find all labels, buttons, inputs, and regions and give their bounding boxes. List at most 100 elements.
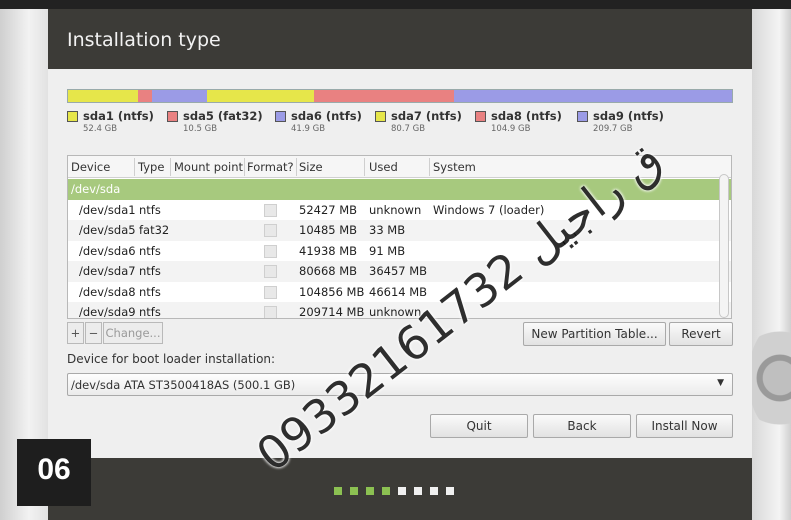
table-row[interactable]: /dev/sda1 ntfs 52427 MB unknown Windows … [68,200,731,221]
partition-table: Device Type Mount point Format? Size Use… [67,155,732,319]
legend-swatch [475,111,486,122]
column-header-device[interactable]: Device [71,160,110,174]
row-device: /dev/sda9 [79,305,136,319]
column-header-size[interactable]: Size [299,160,323,174]
format-checkbox[interactable] [264,224,277,237]
row-device: /dev/sda5 [79,223,136,237]
window-title: Installation type [67,29,221,51]
progress-dot [446,487,454,495]
back-button[interactable]: Back [533,414,631,438]
new-partition-table-button[interactable]: New Partition Table... [523,322,666,346]
progress-dot [334,487,342,495]
legend-name: sda6 (ntfs) [291,109,362,123]
legend-swatch [577,111,588,122]
row-device: /dev/sda [71,182,121,196]
row-system: Windows 7 (loader) [433,202,545,217]
quit-button[interactable]: Quit [430,414,528,438]
column-divider [244,158,245,176]
row-used: 33 MB [369,223,406,237]
disk-usage-bar [67,89,733,103]
background-right [752,0,791,520]
boot-loader-selected: /dev/sda ATA ST3500418AS (500.1 GB) [71,378,296,392]
legend-size: 10.5 GB [183,124,218,134]
partition-legend: sda1 (ntfs) 52.4 GB sda5 (fat32) 10.5 GB… [67,109,747,145]
table-row[interactable]: /dev/sda5 fat32 10485 MB 33 MB [68,220,731,241]
legend-size: 52.4 GB [83,124,118,134]
row-used: 91 MB [369,243,406,258]
column-header-used[interactable]: Used [369,160,398,174]
revert-button[interactable]: Revert [669,322,733,346]
format-checkbox[interactable] [264,285,277,299]
column-divider [364,158,365,176]
table-row[interactable]: /dev/sda7 ntfs 80668 MB 36457 MB [68,261,731,282]
row-type: ntfs [139,305,161,319]
disk-segment [207,90,315,102]
legend-swatch [275,111,286,122]
row-used: unknown [369,202,422,217]
legend-swatch [67,111,78,122]
row-device: /dev/sda1 [79,202,136,217]
disk-segment [68,90,138,102]
boot-loader-select[interactable]: /dev/sda ATA ST3500418AS (500.1 GB) ▼ [67,373,733,396]
column-divider [134,158,135,176]
column-header-format[interactable]: Format? [247,160,294,174]
row-device: /dev/sda8 [79,284,136,299]
legend-size: 80.7 GB [391,124,426,134]
legend-swatch [167,111,178,122]
column-header-system[interactable]: System [433,160,476,174]
table-scrollbar[interactable] [719,174,729,318]
table-row[interactable]: /dev/sda6 ntfs 41938 MB 91 MB [68,241,731,262]
column-divider [296,158,297,176]
change-partition-button[interactable]: Change... [103,322,163,344]
legend-name: sda9 (ntfs) [593,109,664,123]
row-size: 209714 MB [299,305,365,319]
row-size: 104856 MB [299,284,365,299]
progress-dots [334,487,454,497]
column-header-mount-point[interactable]: Mount point [174,160,243,174]
step-number-badge: 06 [17,439,91,506]
legend-name: sda7 (ntfs) [391,109,462,123]
table-row[interactable]: /dev/sda9 ntfs 209714 MB unknown [68,302,731,319]
legend-size: 104.9 GB [491,124,531,134]
disk-segment [151,90,208,102]
row-type: ntfs [139,243,161,258]
row-type: ntfs [139,202,161,217]
progress-dot [382,487,390,495]
title-bar: Installation type [48,9,752,69]
row-size: 80668 MB [299,264,358,278]
disk-segment [453,90,732,102]
disk-segment [314,90,454,102]
progress-dot [350,487,358,495]
column-header-type[interactable]: Type [138,160,164,174]
table-row[interactable]: /dev/sda8 ntfs 104856 MB 46614 MB [68,282,731,303]
row-type: ntfs [139,284,161,299]
row-type: ntfs [139,264,161,278]
format-checkbox[interactable] [264,203,277,217]
column-divider [170,158,171,176]
row-size: 52427 MB [299,202,358,217]
row-size: 10485 MB [299,223,358,237]
install-now-button[interactable]: Install Now [636,414,733,438]
format-checkbox[interactable] [264,265,277,278]
table-header: Device Type Mount point Format? Size Use… [68,156,731,178]
add-partition-button[interactable]: + [67,322,84,344]
legend-size: 209.7 GB [593,124,633,134]
installer-window: Installation type sda1 (ntfs) 52.4 GB sd… [48,9,752,520]
dropdown-arrow-icon: ▼ [717,378,724,388]
row-used: 46614 MB [369,284,428,299]
progress-dot [398,487,406,495]
format-checkbox[interactable] [264,306,277,318]
screen-top-border [0,0,791,9]
progress-dot [414,487,422,495]
legend-name: sda1 (ntfs) [83,109,154,123]
progress-bar-area [48,458,752,520]
row-device: /dev/sda7 [79,264,136,278]
remove-partition-button[interactable]: − [85,322,102,344]
legend-name: sda5 (fat32) [183,109,263,123]
row-used: unknown [369,305,422,319]
table-row[interactable]: /dev/sda [68,179,731,200]
format-checkbox[interactable] [264,244,277,258]
legend-size: 41.9 GB [291,124,326,134]
boot-loader-label: Device for boot loader installation: [67,352,276,366]
legend-name: sda8 (ntfs) [491,109,562,123]
